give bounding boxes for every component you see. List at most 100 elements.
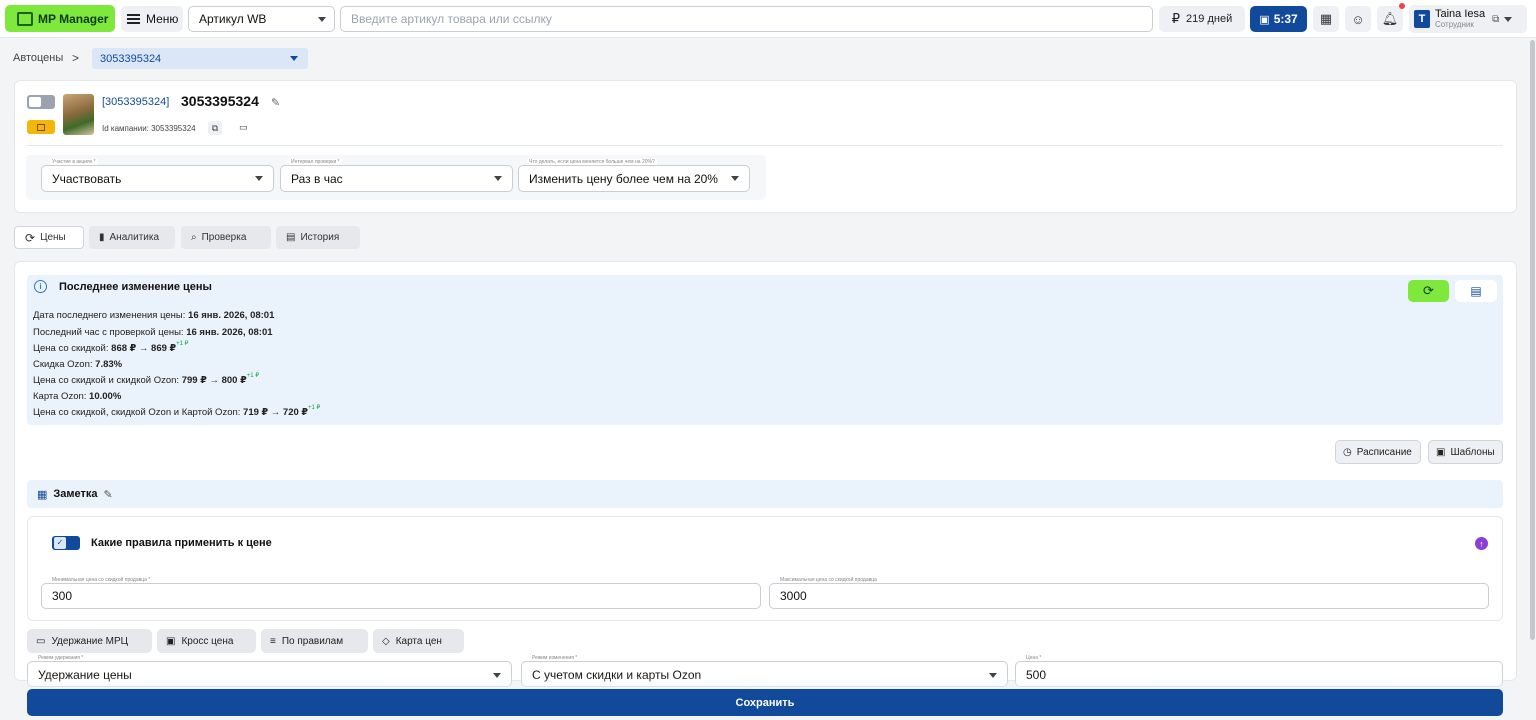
clock-icon: ◷ [1343, 446, 1352, 458]
user-menu[interactable]: T Taina Iesa Сотрудник ⧉ [1409, 5, 1527, 33]
mode-cross-price[interactable]: ▣ Кросс цена [157, 629, 256, 653]
price-label: Цена * [1024, 655, 1044, 661]
hold-mode-label: Режим удержания * [36, 655, 86, 661]
user-role: Сотрудник [1435, 20, 1474, 29]
last-change-panel [27, 275, 1503, 425]
tab-history-label: История [300, 232, 340, 243]
min-price-label: Минимальная цена со скидкой продавца * [50, 577, 153, 583]
save-label: Сохранить [735, 696, 795, 709]
info-icon: i [34, 280, 47, 293]
mode-price-map[interactable]: ◇ Карта цен [373, 629, 464, 653]
save-button[interactable]: Сохранить [27, 689, 1503, 716]
tab-prices[interactable]: ⟳ Цены [14, 226, 84, 249]
schedule-button[interactable]: ◷ Расписание [1335, 440, 1421, 464]
discount-price-delta: +1 ₽ [176, 341, 189, 347]
product-title: 3053395324 [181, 93, 259, 109]
support-button[interactable]: ☺ [1345, 6, 1371, 32]
avatar: T [1414, 10, 1430, 28]
price-change-icon: ⟳ [25, 230, 36, 245]
info-line-date: Дата последнего изменения цены: 16 янв. … [33, 310, 274, 321]
tab-prices-label: Цены [40, 232, 66, 243]
edit-pencil-icon[interactable]: ✎ [104, 488, 113, 501]
collapse-up-icon[interactable]: ↑ [1475, 537, 1488, 550]
card-value: 10.00% [89, 391, 122, 402]
notifications-button[interactable]: 🔔︎ [1377, 6, 1403, 32]
product-thumbnail [63, 94, 94, 135]
templates-button[interactable]: ▣ Шаблоны [1428, 440, 1503, 464]
calendar-icon[interactable]: ▭ [239, 122, 248, 133]
video-timer-button[interactable]: ▣ 5:37 [1250, 6, 1307, 32]
promotion-participation-select[interactable]: Участие в акциях * Участвовать [41, 159, 274, 192]
ozon-discount-value: 7.83% [95, 359, 123, 370]
change-mode-label: Режим изменения * [530, 655, 580, 661]
price-jump-action-select[interactable]: Что делать, если цена меняется больше че… [518, 159, 750, 192]
days-label: 219 дней [1186, 13, 1233, 25]
info-line-ozon-discount: Скидка Ozon: 7.83% [33, 359, 122, 370]
history-button[interactable]: ▤ [1455, 280, 1497, 302]
tab-check-label: Проверка [201, 232, 247, 243]
chevron-down-icon [1504, 16, 1513, 22]
max-price-label: Максимальная цена со скидкой продавца [778, 577, 879, 583]
notification-dot [1399, 3, 1405, 9]
discount-price-label: Цена со скидкой: [33, 343, 109, 354]
breadcrumb-root[interactable]: Автоцены [13, 52, 63, 64]
hour-value: 16 янв. 2026, 08:01 [186, 327, 273, 338]
date-value: 16 янв. 2026, 08:01 [188, 310, 275, 321]
product-article-link[interactable]: [3053395324] [102, 96, 169, 108]
hamburger-icon [127, 14, 140, 24]
menu-label: Меню [146, 12, 179, 26]
copy-icon: ⧉ [211, 122, 219, 133]
info-line-card: Карта Ozon: 10.00% [33, 391, 121, 402]
divider [26, 145, 1503, 146]
min-price-field[interactable]: Минимальная цена со скидкой продавца * 3… [41, 577, 761, 609]
menu-button[interactable]: Меню [121, 6, 183, 32]
max-price-field[interactable]: Максимальная цена со скидкой продавца 30… [769, 577, 1489, 609]
campaign-active-toggle[interactable] [27, 95, 55, 109]
scrollbar[interactable] [1530, 40, 1535, 640]
refresh-icon: ⟳ [1423, 283, 1434, 298]
calendar-button[interactable]: ▦ [1313, 6, 1339, 32]
note-bar[interactable]: ▦ Заметка ✎ [27, 480, 1503, 508]
price-jump-action-value: Изменить цену более чем на 20% [529, 171, 718, 186]
edit-pencil-icon[interactable]: ✎ [271, 96, 280, 109]
tab-history[interactable]: ▤ История [276, 226, 360, 249]
article-type-select[interactable]: Артикул WB [188, 6, 335, 32]
tab-check[interactable]: ⌕ Проверка [181, 226, 271, 249]
info-line-ozon-price: Цена со скидкой и скидкой Ozon: 799 ₽ → … [33, 373, 259, 386]
rules-toggle[interactable] [52, 536, 80, 550]
info-line-card-price: Цена со скидкой, скидкой Ozon и Картой O… [33, 405, 321, 418]
ozon-price-label: Цена со скидкой и скидкой Ozon: [33, 375, 180, 386]
card-price-delta: +1 ₽ [308, 405, 321, 411]
templates-label: Шаблоны [1450, 446, 1495, 458]
check-interval-select[interactable]: Интервал проверки * Раз в час [280, 159, 513, 192]
promotion-participation-label: Участие в акциях * [50, 159, 98, 165]
chevron-down-icon [494, 176, 502, 181]
breadcrumb-current: 3053395324 [100, 52, 162, 65]
article-type-value: Артикул WB [199, 12, 267, 26]
chevron-down-icon [318, 16, 326, 22]
mode-price-map-label: Карта цен [395, 635, 442, 647]
tab-analytics[interactable]: ▮ Аналитика [89, 226, 175, 249]
search-input[interactable]: Введите артикул товара или ссылку [340, 6, 1153, 32]
refresh-button[interactable]: ⟳ [1408, 280, 1449, 302]
copy-campaign-button[interactable]: ⧉ [208, 121, 222, 135]
mode-by-rules-label: По правилам [281, 635, 344, 647]
monitor-icon: ▭ [36, 635, 46, 647]
breadcrumb-campaign-select[interactable]: 3053395324 [92, 48, 308, 69]
last-change-title: Последнее изменение цены [59, 281, 212, 293]
breadcrumb-separator: > [72, 51, 80, 65]
check-interval-value: Раз в час [291, 171, 343, 186]
subscription-days-button[interactable]: ₽ 219 дней [1159, 6, 1245, 32]
status-badge [27, 120, 55, 134]
calendar-icon: ▦ [1319, 11, 1333, 26]
tag-icon: ◇ [382, 635, 390, 647]
price-tag-icon: ▣ [166, 635, 176, 647]
price-jump-action-label: Что делать, если цена меняется больше че… [527, 159, 657, 165]
promotion-participation-value: Участвовать [52, 171, 122, 186]
logo-button[interactable]: MP Manager [5, 5, 115, 32]
card-price-value: 719 ₽ → 720 ₽ [243, 407, 309, 418]
rules-title: Какие правила применить к цене [91, 537, 272, 549]
mode-mrp-hold[interactable]: ▭ Удержание МРЦ [27, 629, 152, 653]
card-label: Карта Ozon: [33, 391, 87, 402]
mode-by-rules[interactable]: ≡ По правилам [261, 629, 368, 653]
